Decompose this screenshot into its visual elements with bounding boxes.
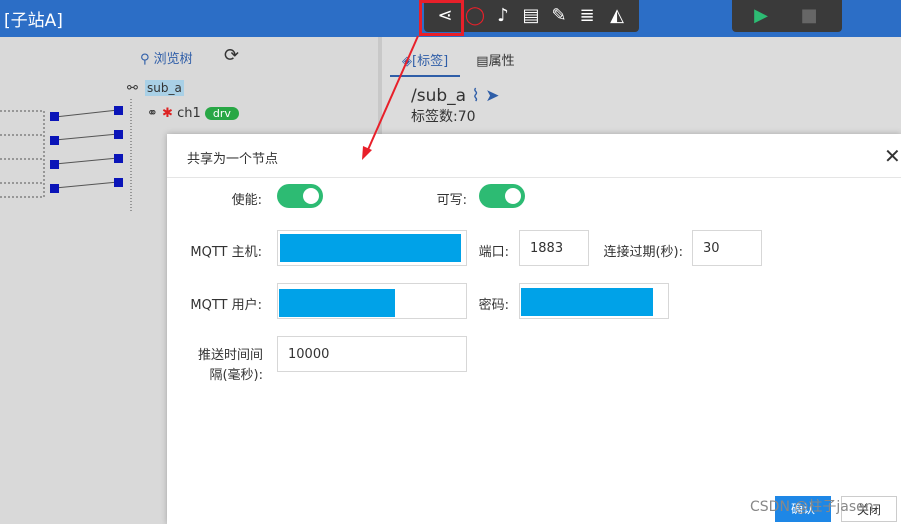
share-node-dialog: 共享为一个节点 ✕ 使能: 可写: MQTT 主机: 端口: 连接过期(秒): … bbox=[167, 134, 901, 524]
list-icon: ▤ bbox=[476, 54, 489, 69]
dialog-title: 共享为一个节点 bbox=[187, 152, 279, 167]
node-path: /sub_a ⌇ ➤ bbox=[411, 86, 500, 106]
browse-tree-button[interactable]: ⚲ 浏览树 bbox=[140, 48, 193, 67]
writable-label: 可写: bbox=[436, 193, 467, 208]
password-field[interactable] bbox=[519, 283, 669, 319]
book-icon[interactable]: ▤ bbox=[520, 5, 542, 27]
tab-properties[interactable]: ▤属性 bbox=[464, 44, 526, 75]
port-label: 端口: bbox=[478, 245, 509, 260]
sitemap-icon: ⚲ bbox=[140, 52, 150, 67]
share-highlight bbox=[419, 0, 464, 36]
refresh-icon[interactable]: ⟳ bbox=[224, 45, 239, 66]
interval-input[interactable] bbox=[278, 337, 466, 371]
tabs: ◈[标签] ▤属性 bbox=[390, 44, 527, 77]
power-icon[interactable]: ◯ bbox=[464, 5, 486, 27]
run-controls: ▶ ■ bbox=[732, 0, 842, 32]
tab-tags[interactable]: ◈[标签] bbox=[390, 44, 461, 77]
writable-toggle[interactable] bbox=[479, 184, 525, 208]
tree-root-label[interactable]: sub_a bbox=[145, 80, 184, 96]
chart-icon[interactable]: ◭ bbox=[606, 5, 628, 27]
tag-count: 标签数:70 bbox=[411, 109, 476, 125]
password-label: 密码: bbox=[478, 298, 509, 313]
channel-name: ch1 bbox=[177, 106, 201, 121]
timeout-label: 连接过期(秒): bbox=[603, 245, 683, 260]
database-icon[interactable]: ≣ bbox=[576, 5, 598, 27]
port-field[interactable] bbox=[519, 230, 589, 266]
close-icon[interactable]: ✕ bbox=[884, 144, 901, 168]
tag-icon: ◈ bbox=[402, 54, 412, 69]
gear-icon: ✱ bbox=[162, 106, 173, 121]
enable-toggle[interactable] bbox=[277, 184, 323, 208]
window-title: [子站A] bbox=[4, 11, 63, 31]
tree-channel-row[interactable]: ⚭ ✱ ch1 drv bbox=[147, 106, 239, 121]
mqtt-host-field[interactable] bbox=[277, 230, 467, 266]
interval-field[interactable] bbox=[277, 336, 467, 372]
mqtt-user-label: MQTT 用户: bbox=[190, 298, 262, 313]
timeout-input[interactable] bbox=[693, 231, 761, 265]
redacted-user bbox=[279, 289, 395, 317]
port-input[interactable] bbox=[520, 231, 588, 265]
redacted-host bbox=[280, 234, 461, 262]
bell-icon[interactable]: ♪ bbox=[492, 5, 514, 27]
enable-label: 使能: bbox=[231, 193, 262, 208]
send-icon[interactable]: ➤ bbox=[485, 86, 499, 106]
play-icon[interactable]: ▶ bbox=[750, 5, 772, 27]
dialog-header: 共享为一个节点 ✕ bbox=[167, 134, 901, 178]
interval-label: 推送时间间隔(毫秒): bbox=[197, 348, 263, 383]
mqtt-user-field[interactable] bbox=[277, 283, 467, 319]
link-icon: ⚭ bbox=[147, 106, 158, 121]
stop-icon[interactable]: ■ bbox=[798, 5, 820, 27]
redacted-password bbox=[521, 288, 653, 316]
mqtt-host-label: MQTT 主机: bbox=[190, 245, 262, 260]
edit-icon[interactable]: ✎ bbox=[548, 5, 570, 27]
tree-root-icon: ⚯ bbox=[127, 81, 138, 96]
timeout-field[interactable] bbox=[692, 230, 762, 266]
driver-badge: drv bbox=[204, 107, 239, 120]
paperclip-icon[interactable]: ⌇ bbox=[471, 86, 479, 106]
watermark: CSDN @柱子jason bbox=[750, 499, 874, 515]
